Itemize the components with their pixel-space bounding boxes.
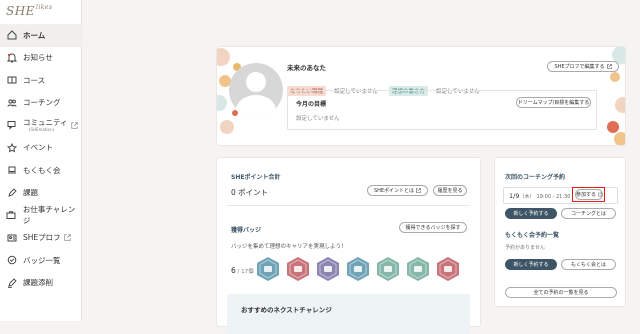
monthly-goal-box: 今月の目標 設定していません ドリームマップ/目標を編集する <box>287 90 597 130</box>
laptop-icon <box>6 165 17 176</box>
sidebar-item-label: SHEプロフ <box>23 233 61 243</box>
sidebar-item-3[interactable]: コーチング <box>0 92 82 115</box>
pencil-check-icon <box>6 277 17 288</box>
profile-card: 未来のあなた なりたい職種 設定していません 理想の働き方 設定していません S… <box>216 46 626 146</box>
sidebar-item-label: 課題 <box>23 188 38 198</box>
reservation-datetime: 1/9（木） 19:00 - 21:30 <box>509 192 571 200</box>
next-challenge-box: おすすめのネクストチャレンジ <box>227 294 470 334</box>
people-icon <box>6 97 17 108</box>
mokumoku-title: もくもく会予約一覧 <box>505 232 560 239</box>
badges-title: 獲得バッジ <box>231 227 262 234</box>
badge-list <box>255 256 465 282</box>
badge-icon <box>6 255 17 266</box>
points-value: 0 ポイント <box>231 188 269 197</box>
coaching-title: 次回のコーチング予約 <box>505 174 566 181</box>
home-icon <box>6 30 17 41</box>
sidebar-item-label: バッジ一覧 <box>23 255 61 265</box>
sidebar-item-label: もくもく会 <box>23 165 61 175</box>
book-icon <box>6 75 17 86</box>
sidebar-item-6[interactable]: もくもく会 <box>0 159 82 182</box>
badge-4-icon[interactable] <box>375 256 401 282</box>
profile-card-icon <box>6 232 17 243</box>
points-title: SHEポイント合計 <box>231 174 281 181</box>
sidebar-item-label: コース <box>23 75 46 85</box>
badge-2-icon[interactable] <box>315 256 341 282</box>
external-link-icon <box>416 188 421 193</box>
sidebar-item-1[interactable]: お知らせ <box>0 47 82 70</box>
sidebar-item-11[interactable]: 課題添削 <box>0 272 82 295</box>
sidebar-item-5[interactable]: イベント <box>0 137 82 160</box>
about-points-button[interactable]: SHEポイントとは <box>367 185 428 196</box>
logo[interactable]: SHElikes <box>6 4 53 18</box>
points-history-button[interactable]: 履歴を見る <box>433 185 467 196</box>
badge-0-icon[interactable] <box>255 256 281 282</box>
goal-value: 設定していません <box>296 116 340 122</box>
divider <box>227 205 470 206</box>
sidebar-item-label: コーチング <box>23 98 61 108</box>
about-coaching-button[interactable]: コーチングとは <box>561 208 616 219</box>
find-badges-button[interactable]: 獲得できるバッジを探す <box>399 222 467 233</box>
sidebar-item-label: 課題添削 <box>23 278 53 288</box>
sidebar-item-label: イベント <box>23 143 53 153</box>
about-mokumoku-button[interactable]: もくもく会とは <box>561 259 616 270</box>
badge-6-icon[interactable] <box>435 256 461 282</box>
coaching-card: 次回のコーチング予約 1/9（木） 19:00 - 21:30 参加する 新しく… <box>494 157 626 307</box>
all-reservations-button[interactable]: 全ての予約の一覧を見る <box>505 287 617 298</box>
badge-5-icon[interactable] <box>405 256 431 282</box>
sidebar-item-4[interactable]: コミュニティ (SHEmation) <box>0 114 82 137</box>
sidebar-item-0[interactable]: ホーム <box>0 24 82 47</box>
avatar <box>229 63 283 117</box>
sidebar-item-label: お知らせ <box>23 53 53 63</box>
sidebar-item-label: コミュニティ <box>23 117 68 127</box>
external-link-icon <box>70 122 78 129</box>
profile-name: 未来のあなた <box>287 64 326 72</box>
new-mokumoku-reservation-button[interactable]: 新しく予約する <box>505 259 557 270</box>
sidebar-item-2[interactable]: コース <box>0 69 82 92</box>
goal-title: 今月の目標 <box>296 101 327 108</box>
sidebar-item-label: お仕事チャレンジ <box>22 205 76 226</box>
edit-she-profile-button[interactable]: SHEプロフで編集する <box>547 61 619 72</box>
bell-icon <box>6 52 17 63</box>
external-link-icon <box>606 64 612 69</box>
chat-icon <box>6 120 17 131</box>
sidebar: SHElikes ホームお知らせコースコーチングコミュニティ (SHEmation… <box>0 0 82 321</box>
sidebar-item-9[interactable]: SHEプロフ <box>0 227 82 250</box>
sidebar-item-7[interactable]: 課題 <box>0 182 82 205</box>
sidebar-item-sublabel: (SHEmation) <box>29 126 55 132</box>
external-link-icon <box>63 234 71 241</box>
pencil-icon <box>6 187 17 198</box>
sidebar-nav: ホームお知らせコースコーチングコミュニティ (SHEmation) イベントもくもく… <box>0 24 82 294</box>
points-card: SHEポイント合計 0 ポイント SHEポイントとは 履歴を見る 獲得バッジ 獲… <box>216 157 481 334</box>
edit-dream-map-button[interactable]: ドリームマップ/目標を編集する <box>516 97 591 108</box>
sidebar-item-label: ホーム <box>23 30 46 40</box>
star-icon <box>6 142 17 153</box>
sidebar-item-8[interactable]: お仕事チャレンジ <box>0 204 82 227</box>
badge-count: 6 / 17個 <box>231 266 254 275</box>
mokumoku-empty: 予約がありません <box>505 245 545 251</box>
next-challenge-title: おすすめのネクストチャレンジ <box>241 306 332 314</box>
briefcase-icon <box>6 210 17 221</box>
badges-description: バッジを集めて理想のキャリアを実現しよう！ <box>231 244 347 250</box>
new-coaching-reservation-button[interactable]: 新しく予約する <box>505 208 557 219</box>
sidebar-item-10[interactable]: バッジ一覧 <box>0 249 82 272</box>
badge-1-icon[interactable] <box>285 256 311 282</box>
highlight-box <box>572 187 605 202</box>
badge-3-icon[interactable] <box>345 256 371 282</box>
